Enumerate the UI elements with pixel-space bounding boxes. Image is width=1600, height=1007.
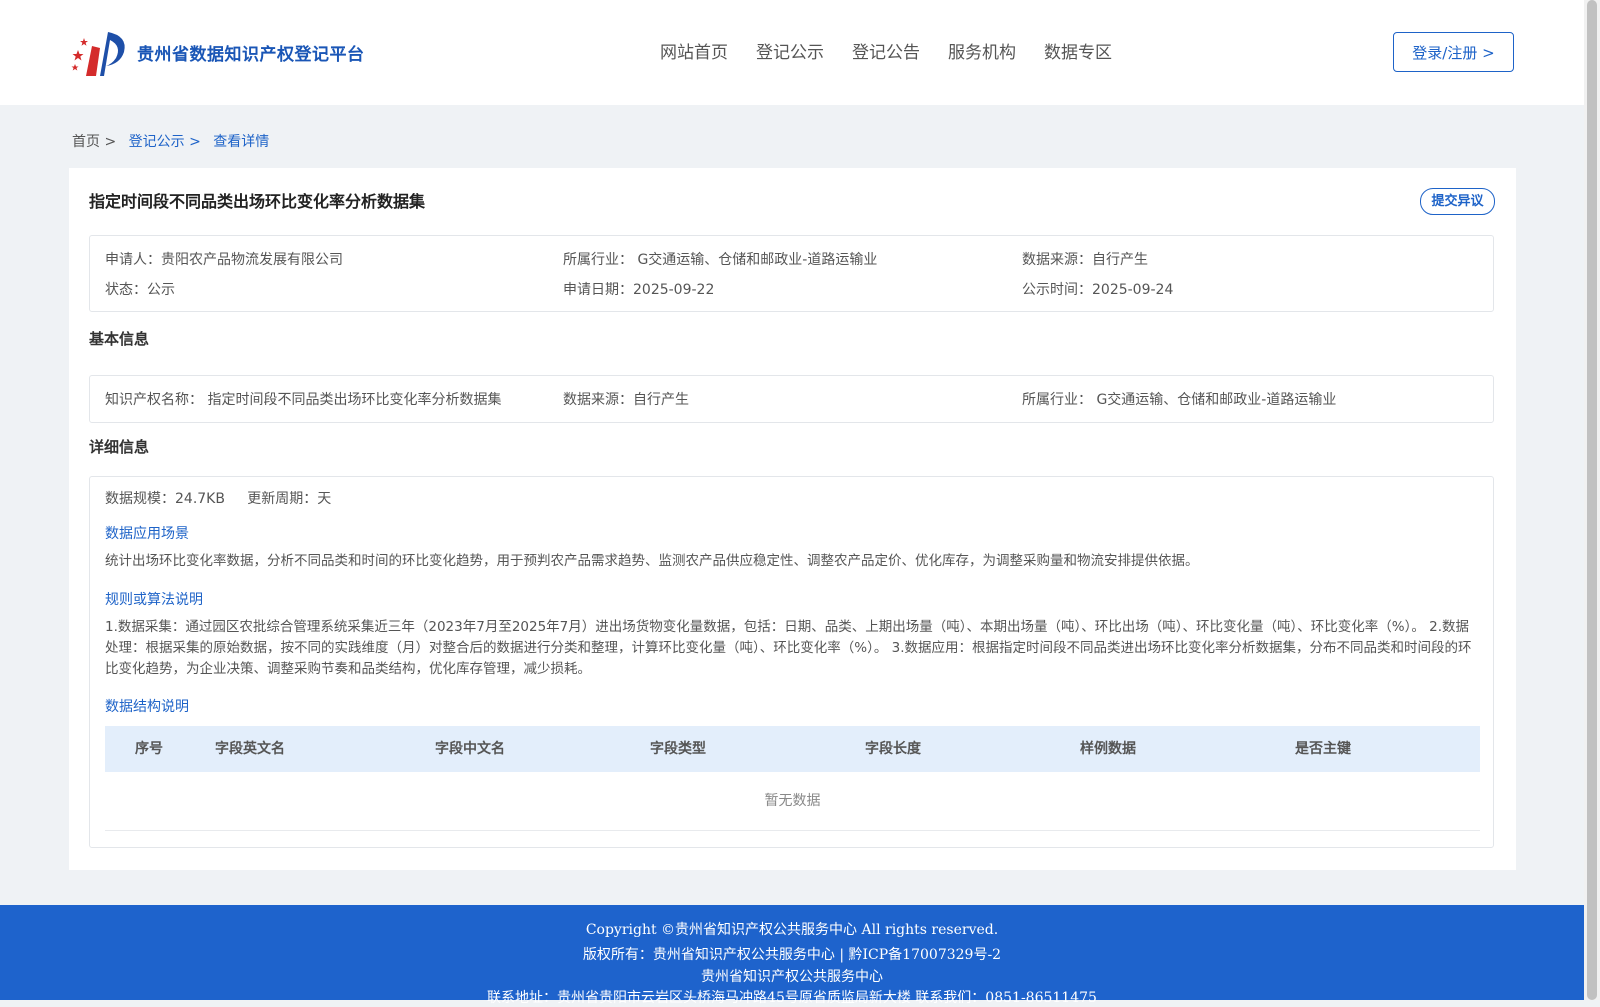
basic-source-value: 自行产生 — [633, 392, 689, 408]
basic-industry-label: 所属行业： — [1022, 392, 1092, 408]
footer-owner: 版权所有：贵州省知识产权公共服务中心 | 黔ICP备17007329号-2 — [582, 947, 1002, 963]
apply-date-field: 申请日期：2025-09-22 — [563, 279, 714, 299]
site-name[interactable]: 贵州省数据知识产权登记平台 — [137, 40, 365, 65]
nav-registration-announcement[interactable]: 登记公告 — [852, 38, 920, 63]
status-value: 公示 — [147, 282, 175, 298]
industry-field: 所属行业： G交通运输、仓储和邮政业-道路运输业 — [563, 249, 877, 269]
basic-info-heading: 基本信息 — [89, 330, 150, 348]
main-nav: 网站首页 登记公示 登记公告 服务机构 数据专区 — [660, 38, 1140, 63]
industry-value: G交通运输、仓储和邮政业-道路运输业 — [637, 252, 878, 268]
breadcrumb-current: 查看详情 — [213, 134, 270, 150]
ip-name-field: 知识产权名称： 指定时间段不同品类出场环比变化率分析数据集 — [105, 389, 501, 409]
detail-card: 指定时间段不同品类出场环比变化率分析数据集 提交异议 申请人：贵阳农产品物流发展… — [69, 168, 1516, 870]
cycle-value: 天 — [317, 491, 332, 507]
industry-label: 所属行业： — [563, 252, 633, 268]
source-field: 数据来源：自行产生 — [1022, 249, 1148, 269]
ip-name-value: 指定时间段不同品类出场环比变化率分析数据集 — [207, 392, 502, 408]
source-label: 数据来源： — [1022, 252, 1092, 268]
basic-industry-field: 所属行业： G交通运输、仓储和邮政业-道路运输业 — [1022, 389, 1336, 409]
apply-date-label: 申请日期： — [563, 282, 633, 298]
scrollbar-thumb[interactable] — [1587, 0, 1597, 1000]
th-field-en: 字段英文名 — [215, 741, 285, 757]
scale-value: 24.7KB — [175, 491, 225, 507]
basic-industry-value: G交通运输、仓储和邮政业-道路运输业 — [1096, 392, 1337, 408]
detail-info-heading: 详细信息 — [89, 438, 150, 456]
nav-data-zone[interactable]: 数据专区 — [1044, 38, 1112, 63]
scenario-heading: 数据应用场景 — [105, 526, 189, 542]
login-register-button[interactable]: 登录/注册 > — [1393, 32, 1514, 72]
footer-copyright: Copyright ©贵州省知识产权公共服务中心 All rights rese… — [585, 922, 999, 938]
nav-service-agencies[interactable]: 服务机构 — [948, 38, 1016, 63]
platform-logo-icon[interactable] — [70, 26, 130, 78]
submit-objection-button[interactable]: 提交异议 — [1420, 188, 1495, 215]
basic-info-box: 知识产权名称： 指定时间段不同品类出场环比变化率分析数据集 数据来源：自行产生 … — [89, 375, 1494, 423]
nav-registration-publicity[interactable]: 登记公示 — [756, 38, 824, 63]
th-field-type: 字段类型 — [650, 741, 706, 757]
applicant-field: 申请人：贵阳农产品物流发展有限公司 — [105, 249, 343, 269]
structure-table-header: 序号 字段英文名 字段中文名 字段类型 字段长度 样例数据 是否主键 — [105, 726, 1480, 772]
publish-date-field: 公示时间：2025-09-24 — [1022, 279, 1173, 299]
scale-label: 数据规模： — [105, 491, 175, 507]
site-footer: Copyright ©贵州省知识产权公共服务中心 All rights rese… — [0, 905, 1584, 1006]
cycle-label: 更新周期： — [247, 491, 318, 507]
th-index: 序号 — [135, 741, 163, 757]
site-header: 贵州省数据知识产权登记平台 网站首页 登记公示 登记公告 服务机构 数据专区 登… — [0, 0, 1584, 105]
th-primary-key: 是否主键 — [1295, 741, 1351, 757]
summary-box: 申请人：贵阳农产品物流发展有限公司 所属行业： G交通运输、仓储和邮政业-道路运… — [89, 235, 1494, 312]
breadcrumb: 首页 > 登记公示 > 查看详情 — [72, 131, 277, 151]
th-field-cn: 字段中文名 — [435, 741, 505, 757]
structure-heading: 数据结构说明 — [105, 699, 189, 715]
ip-name-label: 知识产权名称： — [105, 392, 203, 408]
source-value: 自行产生 — [1092, 252, 1148, 268]
scale-cycle-field: 数据规模：24.7KB 更新周期：天 — [105, 488, 331, 508]
rules-heading: 规则或算法说明 — [105, 592, 203, 608]
publish-date-value: 2025-09-24 — [1092, 282, 1174, 298]
nav-home[interactable]: 网站首页 — [660, 38, 728, 63]
table-empty-state: 暂无数据 — [105, 772, 1480, 831]
page-scrollbar[interactable] — [1584, 0, 1600, 1000]
applicant-label: 申请人： — [105, 252, 161, 268]
publish-date-label: 公示时间： — [1022, 282, 1092, 298]
th-sample-data: 样例数据 — [1080, 741, 1136, 757]
scenario-text: 统计出场环比变化率数据，分析不同品类和时间的环比变化趋势，用于预判农产品需求趋势… — [105, 553, 1199, 569]
basic-source-label: 数据来源： — [563, 392, 633, 408]
basic-source-field: 数据来源：自行产生 — [563, 389, 689, 409]
footer-contact: 联系地址：贵州省贵阳市云岩区头桥海马冲路45号原省质监局新大楼 联系我们：085… — [487, 990, 1097, 1006]
rules-text: 1.数据采集：通过园区农批综合管理系统采集近三年（2023年7月至2025年7月… — [105, 619, 1472, 677]
breadcrumb-publicity[interactable]: 登记公示 > — [129, 134, 201, 150]
page-title: 指定时间段不同品类出场环比变化率分析数据集 — [89, 192, 426, 211]
breadcrumb-home[interactable]: 首页 > — [72, 134, 116, 150]
th-field-length: 字段长度 — [865, 741, 921, 757]
footer-org: 贵州省知识产权公共服务中心 — [701, 969, 883, 985]
status-label: 状态： — [105, 282, 147, 298]
applicant-value: 贵阳农产品物流发展有限公司 — [161, 252, 343, 268]
detail-info-box: 数据规模：24.7KB 更新周期：天 数据应用场景 统计出场环比变化率数据，分析… — [89, 476, 1494, 848]
status-field: 状态：公示 — [105, 279, 175, 299]
apply-date-value: 2025-09-22 — [633, 282, 715, 298]
